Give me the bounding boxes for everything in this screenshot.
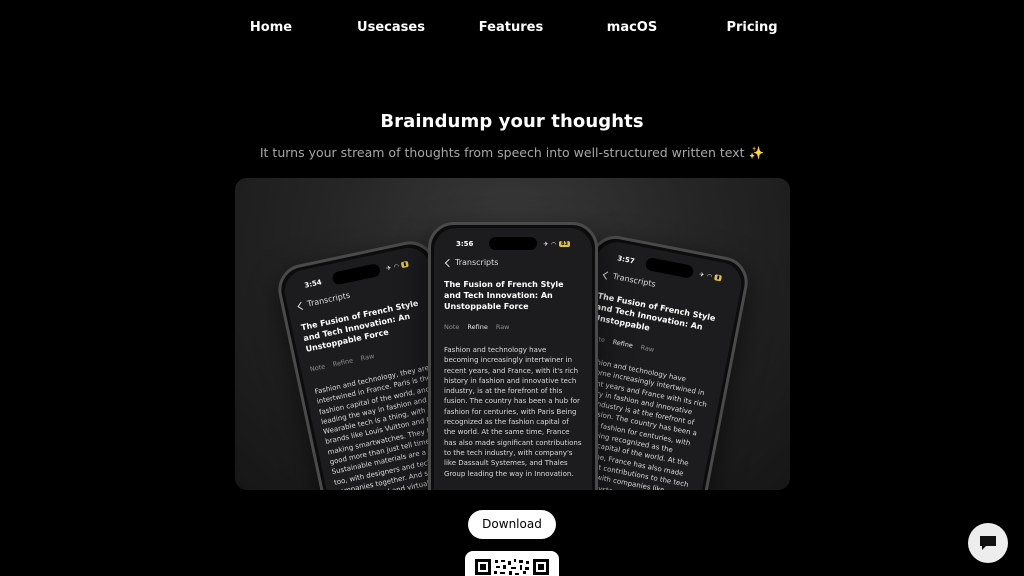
nav-pricing[interactable]: Pricing <box>726 20 777 35</box>
status-time: 3:54 <box>303 278 323 290</box>
status-time: 3:57 <box>616 254 636 266</box>
status-time: 3:56 <box>456 240 474 248</box>
tab-refine[interactable]: Refine <box>612 338 634 350</box>
chevron-left-icon <box>602 270 612 280</box>
sparkle-icon: ✨ <box>748 145 765 160</box>
dynamic-island <box>331 262 382 286</box>
transcript-title: The Fusion of French Style and Tech Inno… <box>444 280 564 311</box>
phone-center-screen: 3:56 ✈ ◠ 83 Transcripts The Fusion of Fr… <box>434 228 592 490</box>
status-icons: ✈ ◠ ▮ <box>698 270 723 282</box>
tab-raw[interactable]: Raw <box>360 352 375 363</box>
airplane-icon: ✈ <box>698 270 706 279</box>
chat-bubble-icon <box>980 536 996 550</box>
chevron-left-icon <box>297 301 306 310</box>
back-label: Transcripts <box>306 290 351 309</box>
battery-icon: ▮ <box>714 274 723 282</box>
tab-note[interactable]: Note <box>444 323 459 331</box>
nav-home[interactable]: Home <box>250 20 292 35</box>
wifi-icon: ◠ <box>393 262 400 271</box>
battery-icon: 83 <box>559 241 570 247</box>
qr-code-icon <box>465 551 559 576</box>
tab-refine[interactable]: Refine <box>467 323 487 331</box>
top-navigation: Home Usecases Features macOS Pricing <box>0 0 1024 56</box>
wifi-icon: ◠ <box>706 272 713 281</box>
status-icons: ✈ ◠ ▮ <box>386 260 409 272</box>
status-icons: ✈ ◠ 83 <box>543 241 570 248</box>
transcript-body: Fashion and technology have becoming inc… <box>444 346 582 478</box>
hero-subtitle: It turns your stream of thoughts from sp… <box>0 145 1024 161</box>
chat-button[interactable] <box>968 523 1008 563</box>
tab-raw[interactable]: Raw <box>496 323 510 331</box>
download-button[interactable]: Download <box>468 510 556 539</box>
tab-note[interactable]: Note <box>309 362 326 373</box>
hero-title: Braindump your thoughts <box>380 111 644 132</box>
back-label: Transcripts <box>455 258 499 267</box>
dynamic-island <box>489 237 537 250</box>
airplane-icon: ✈ <box>385 263 392 272</box>
back-label: Transcripts <box>612 271 657 289</box>
tab-raw[interactable]: Raw <box>640 343 655 353</box>
phone-center: 3:56 ✈ ◠ 83 Transcripts The Fusion of Fr… <box>428 222 598 490</box>
hero-subtitle-text: It turns your stream of thoughts from sp… <box>259 145 745 160</box>
wifi-icon: ◠ <box>551 240 557 248</box>
nav-macos[interactable]: macOS <box>607 20 657 35</box>
nav-features[interactable]: Features <box>479 20 543 35</box>
dynamic-island <box>644 256 695 279</box>
mode-tabs: Note Refine Raw <box>444 323 582 331</box>
nav-usecases[interactable]: Usecases <box>357 20 425 35</box>
back-button[interactable]: Transcripts <box>444 258 582 267</box>
tab-refine[interactable]: Refine <box>332 356 354 368</box>
battery-icon: ▮ <box>400 260 409 269</box>
airplane-icon: ✈ <box>543 240 549 248</box>
chevron-left-icon <box>444 258 454 267</box>
app-showcase: 3:54 ✈ ◠ ▮ Transcripts The Fusion of Fre… <box>235 178 790 490</box>
